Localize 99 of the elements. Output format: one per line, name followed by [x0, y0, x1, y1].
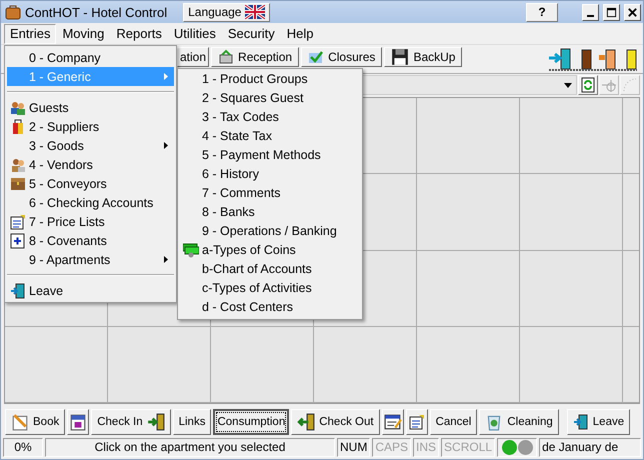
icon-button[interactable] [406, 409, 428, 435]
menu-entry[interactable]: 1 - Product Groups [180, 69, 360, 88]
menu-item[interactable]: Utilities [168, 24, 222, 44]
toolbar-button[interactable]: ation [177, 47, 210, 67]
menu-entry[interactable]: 6 - History [180, 164, 360, 183]
menu-entry[interactable]: 4 - Vendors [7, 155, 174, 174]
menu-entry[interactable]: 3 - Tax Codes [180, 107, 360, 126]
menu-entry[interactable]: 6 - Checking Accounts [7, 193, 174, 212]
menu-entry[interactable]: 4 - State Tax [180, 126, 360, 145]
apartment-cell[interactable] [5, 326, 108, 403]
exit-door-icon [10, 282, 26, 298]
notepad-icon [384, 413, 402, 431]
action-button[interactable]: Links [172, 409, 212, 435]
action-button[interactable]: Cleaning [479, 409, 559, 435]
people-icon [10, 100, 26, 116]
action-button[interactable]: Book [5, 409, 66, 435]
menu-entry[interactable]: c-Types of Activities [180, 278, 360, 297]
leave-button[interactable]: Leave [566, 409, 630, 435]
apartment-cell[interactable] [314, 326, 417, 403]
apartment-cell[interactable] [211, 326, 314, 403]
apartment-cell[interactable] [520, 250, 623, 327]
flag-icon [245, 5, 266, 19]
menu-entry[interactable]: 7 - Comments [180, 183, 360, 202]
menu-item[interactable]: Moving [56, 24, 110, 44]
checkmark-icon [308, 49, 324, 65]
menu-entry[interactable]: 5 - Payment Methods [180, 145, 360, 164]
maximize-icon [606, 6, 617, 18]
door-arrow-icon [146, 413, 165, 431]
submenu-arrow-icon [164, 142, 168, 149]
menu-entry[interactable]: 9 - Operations / Banking [180, 221, 360, 240]
submenu-arrow-icon [164, 256, 168, 263]
date-text: de January de [539, 438, 641, 456]
key-indicator: CAPS [372, 438, 412, 456]
reception-icon [218, 49, 234, 65]
status-message: Click on the apartment you selected [45, 438, 335, 456]
menu-entry[interactable]: 9 - Apartments [7, 250, 174, 269]
plus-icon [10, 232, 26, 248]
progress-text: 0% [3, 438, 43, 456]
maximize-button[interactable] [603, 4, 620, 20]
apartment-cell[interactable] [417, 174, 520, 250]
pencil-icon [11, 413, 29, 431]
menu-entry[interactable]: 2 - Suppliers [7, 117, 174, 136]
submenu-arrow-icon [164, 73, 168, 80]
key-indicator: SCROLL [441, 438, 496, 456]
document-icon [408, 414, 425, 430]
toolbar-button[interactable]: Reception [211, 47, 300, 67]
toolbar-button[interactable]: BackUp [384, 47, 462, 67]
people-icon [10, 156, 26, 172]
icon-button[interactable] [382, 409, 404, 435]
menu-entry[interactable]: Leave [7, 281, 174, 300]
menu-entry[interactable]: 3 - Goods [7, 136, 174, 155]
key-indicator: NUM [337, 438, 370, 456]
menu-item[interactable]: Reports [110, 24, 168, 44]
menu-entry[interactable]: 5 - Conveyors [7, 174, 174, 193]
menu-item[interactable]: Help [280, 24, 320, 44]
language-button[interactable]: Language [183, 2, 270, 22]
calendar-icon [69, 413, 88, 431]
key-indicator: INS [413, 438, 440, 456]
chest-icon [10, 176, 26, 192]
menu-item[interactable]: Entries [4, 24, 56, 44]
refresh-button[interactable] [578, 75, 598, 95]
menu-entry[interactable]: b-Chart of Accounts [180, 259, 360, 278]
apartment-cell[interactable] [417, 250, 520, 327]
menu-entry[interactable]: 0 - Company [7, 48, 174, 67]
caret-icon [564, 82, 572, 88]
menu-entry[interactable]: 7 - Price Lists [7, 212, 174, 231]
help-button[interactable]: ? [526, 2, 558, 22]
doors-drawing[interactable] [549, 47, 639, 73]
document-icon [10, 214, 26, 230]
icon-button[interactable] [67, 409, 90, 435]
menu-entry[interactable]: Guests [7, 98, 174, 117]
exit-door-icon [572, 414, 589, 430]
action-button[interactable]: Cancel [430, 409, 478, 435]
apartment-cell[interactable] [520, 174, 623, 250]
dotted-button[interactable] [620, 75, 640, 95]
menu-item[interactable]: Security [222, 24, 281, 44]
apartment-cell[interactable] [520, 98, 623, 174]
close-icon [627, 6, 638, 18]
close-button[interactable] [624, 4, 641, 20]
apartment-cell[interactable] [417, 98, 520, 174]
menu-entry[interactable]: 8 - Banks [180, 202, 360, 221]
door-arrow-icon [297, 413, 316, 431]
apartment-cell[interactable] [108, 326, 211, 403]
toolbar-button[interactable]: Closures [301, 47, 382, 67]
apartment-cell[interactable] [520, 326, 623, 403]
menu-entry[interactable]: 2 - Squares Guest [180, 88, 360, 107]
apartment-cell[interactable] [417, 326, 520, 403]
action-button[interactable]: Check In [91, 409, 171, 435]
briefcase-icon [5, 4, 21, 20]
action-button[interactable]: Check Out [291, 409, 380, 435]
minimize-button[interactable] [582, 4, 599, 20]
banknote-icon [183, 242, 199, 258]
menu-entry[interactable]: d - Cost Centers [180, 297, 360, 316]
minimize-icon [587, 15, 594, 17]
window-title: ContHOT - Hotel Control [25, 4, 168, 20]
menu-entry[interactable]: a-Types of Coins [180, 240, 360, 259]
bag-icon [10, 118, 26, 134]
action-button[interactable]: Consumption [213, 409, 290, 435]
menu-entry[interactable]: 8 - Covenants [7, 231, 174, 250]
